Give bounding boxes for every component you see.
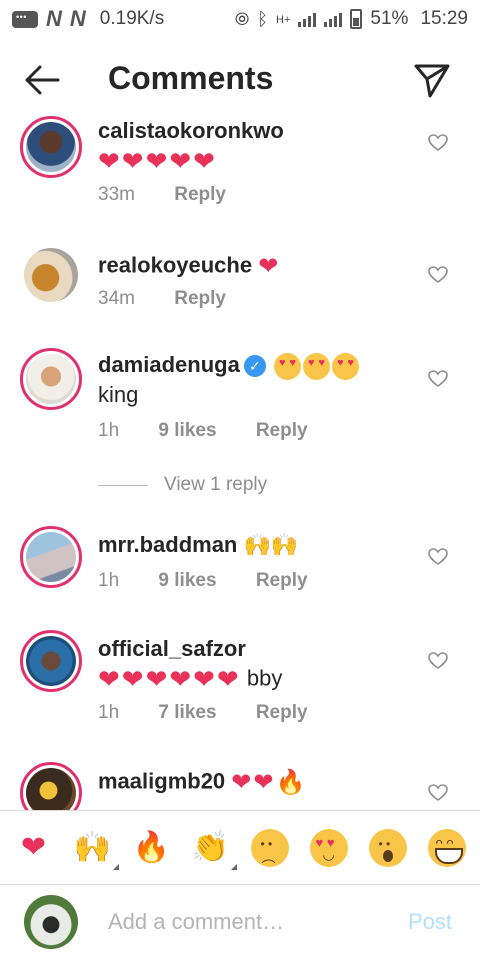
comment-meta: 1h 7 likes Reply [98, 702, 342, 724]
battery-icon [350, 9, 363, 29]
comment-text: ❤ [258, 253, 281, 280]
reply-button[interactable]: Reply [256, 570, 308, 591]
comment-time: 1h [98, 702, 120, 723]
like-heart-icon[interactable] [428, 652, 448, 670]
network-type: H+ [276, 14, 291, 26]
raised-hands-emoji-button[interactable]: 🙌 [73, 828, 119, 870]
heart-eyes-emoji-button[interactable] [309, 828, 349, 868]
like-heart-icon[interactable] [428, 784, 448, 802]
status-bar: N N 0.19K/s ⦾ ᛒ H+ 51% 15:29 [0, 0, 480, 38]
reply-button[interactable]: Reply [174, 184, 226, 205]
reply-button[interactable]: Reply [174, 288, 226, 309]
message-notification-icon [12, 10, 38, 28]
comment-username[interactable]: realokoyeuche ❤ [98, 252, 280, 281]
comment-meta: 1h 9 likes Reply [98, 570, 342, 592]
comment-input-bar: Add a comment… Post [0, 884, 480, 960]
comment-username[interactable]: official_safzor [98, 636, 246, 662]
comment-username[interactable]: calistaokoronkwo [98, 118, 284, 144]
reply-button[interactable]: Reply [256, 702, 308, 723]
heart-emoji-button[interactable]: ❤ [14, 828, 54, 868]
comment-meta: 1h 9 likes Reply [98, 420, 342, 442]
bluetooth-icon: ᛒ [257, 8, 269, 29]
current-user-avatar [24, 895, 78, 949]
comment-list[interactable]: calistaokoronkwo ❤❤❤❤❤ 33m Reply realoko… [0, 116, 480, 810]
laughing-face-icon [427, 828, 466, 867]
comment-time: 1h [98, 420, 120, 441]
heart-eyes-emoji [302, 352, 330, 380]
heart-eyes-icon [309, 828, 348, 867]
avatar[interactable] [20, 116, 82, 178]
like-heart-icon[interactable] [428, 134, 448, 152]
clapping-emoji-button[interactable]: 👏 [191, 828, 237, 870]
like-heart-icon[interactable] [428, 548, 448, 566]
like-heart-icon[interactable] [428, 266, 448, 284]
crying-face-emoji-button[interactable] [250, 828, 290, 868]
clock: 15:29 [420, 8, 468, 29]
comment-meta: 33m Reply [98, 184, 260, 206]
likes-count[interactable]: 9 likes [158, 570, 216, 591]
comment-text: ❤❤🔥 [231, 769, 308, 796]
comment-text: ❤❤❤❤❤❤ bby [98, 664, 283, 694]
avatar[interactable] [20, 348, 82, 410]
surprised-face-icon [368, 828, 407, 867]
comment-meta: 34m Reply [98, 288, 260, 310]
comment-time: 1h [98, 570, 120, 591]
likes-count[interactable]: 7 likes [158, 702, 216, 723]
comment-text: 🙌🙌 [243, 532, 299, 557]
signal-icon-2 [324, 11, 343, 27]
avatar[interactable] [20, 526, 82, 588]
divider [98, 484, 148, 486]
comment-time: 34m [98, 288, 135, 309]
crying-face-icon [250, 828, 289, 867]
network-speed: 0.19K/s [99, 8, 165, 29]
n-notification-icon: N [46, 6, 62, 31]
comment-username[interactable]: mrr.baddman 🙌🙌 [98, 532, 298, 558]
like-heart-icon[interactable] [428, 370, 448, 388]
comment-username[interactable]: damiadenuga ✓ [98, 352, 359, 380]
likes-count[interactable]: 9 likes [158, 420, 216, 441]
comment-input[interactable]: Add a comment… [108, 909, 284, 935]
battery-percent: 51% [370, 8, 409, 29]
quick-emoji-bar: ❤ 🙌 🔥 👏 [0, 810, 480, 884]
header: Comments [0, 38, 480, 120]
avatar[interactable] [20, 630, 82, 692]
send-icon[interactable] [412, 60, 452, 100]
laughing-emoji-button[interactable] [427, 828, 467, 868]
hotspot-icon: ⦾ [234, 8, 250, 29]
heart-eyes-emoji [273, 352, 301, 380]
avatar[interactable] [20, 762, 82, 810]
fire-emoji-button[interactable]: 🔥 [132, 828, 172, 868]
avatar[interactable] [24, 248, 78, 302]
signal-icon [298, 11, 317, 27]
surprised-emoji-button[interactable] [368, 828, 408, 868]
post-button[interactable]: Post [408, 909, 452, 935]
heart-eyes-emoji [331, 352, 359, 380]
reply-button[interactable]: Reply [256, 420, 308, 441]
n-notification-icon-2: N [69, 6, 86, 31]
comment-time: 33m [98, 184, 135, 205]
comment-text: king [98, 382, 139, 407]
view-replies-button[interactable]: View 1 reply [98, 474, 267, 496]
comment-text: ❤❤❤❤❤ [98, 146, 217, 176]
verified-badge-icon: ✓ [243, 355, 266, 378]
back-arrow-icon[interactable] [22, 62, 62, 98]
page-title: Comments [108, 60, 274, 96]
comment-username[interactable]: maaligmb20 ❤❤🔥 [98, 768, 307, 797]
